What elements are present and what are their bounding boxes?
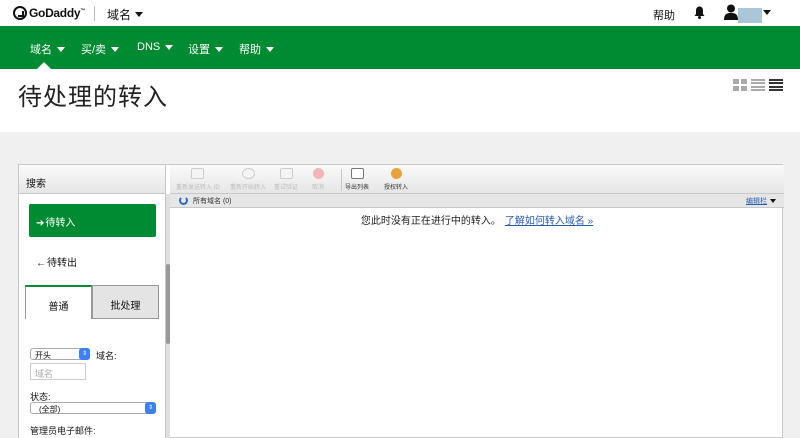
chevron-down-icon (165, 44, 174, 50)
search-mode-tabs: 普通 批处理 (25, 285, 159, 319)
refresh-icon[interactable] (179, 196, 188, 205)
domain-label: 域名: (96, 351, 117, 361)
breadcrumb: 所有域名 (0) (193, 198, 232, 205)
match-type-value: 开头 (35, 351, 51, 360)
export-icon (350, 168, 364, 179)
chevron-down-icon (770, 199, 776, 203)
chevron-down-icon (266, 46, 274, 52)
main-nav: 域名 买/卖 DNS 设置 帮助 (0, 26, 800, 69)
envelope-icon (191, 168, 205, 179)
page-title: 待处理的转入 (18, 84, 168, 111)
cancel-button[interactable]: 取消 (312, 168, 324, 191)
top-bar: GoDaddy™ 域名 帮助 (0, 0, 800, 26)
empty-state-message: 您此时没有正在进行中的转入。 (360, 216, 501, 227)
retry-verification-button[interactable]: 重试验证 (274, 168, 298, 191)
nav-item-settings[interactable]: 设置 (188, 41, 223, 57)
chevron-down-icon[interactable] (763, 10, 771, 15)
edit-columns-label: 编辑栏 (746, 198, 767, 205)
chevron-down-icon (111, 46, 120, 52)
logo-text: GoDaddy™ (29, 6, 85, 20)
pending-incoming-button[interactable]: ➔待转入 (29, 204, 156, 237)
match-type-select[interactable]: 开头 ⇕ (30, 348, 90, 360)
toolbar-button-label: 重试验证 (274, 185, 299, 191)
nav-item-label: 帮助 (239, 44, 261, 56)
pending-outgoing-button[interactable]: ←待转出 (29, 246, 156, 270)
authorize-transfer-button[interactable]: 授权转入 (384, 168, 408, 191)
help-link[interactable]: 帮助 (653, 7, 675, 23)
export-list-button[interactable]: 导出列表 (345, 168, 369, 191)
grid-view-icon[interactable] (733, 79, 747, 91)
list-header: 所有域名 (0) 编辑栏 (170, 194, 784, 208)
view-switcher (733, 79, 783, 91)
domains-menu-label: 域名 (107, 8, 132, 22)
user-icon[interactable] (724, 4, 738, 20)
godaddy-logo[interactable]: GoDaddy™ (13, 6, 85, 20)
tab-standard[interactable]: 普通 (25, 285, 92, 319)
toolbar-button-label: 导出列表 (345, 185, 370, 191)
nav-item-domains[interactable]: 域名 (30, 41, 65, 57)
domains-menu[interactable]: 域名 (107, 6, 144, 23)
select-arrows-icon: ⇕ (79, 348, 90, 360)
status-select[interactable]: (全部) ⇕ (30, 402, 156, 414)
transfers-panel: 搜索 ➔待转入 ←待转出 普通 批处理 开头 ⇕ 域名: 域名 状态: (全部)… (18, 164, 784, 438)
edit-columns-link[interactable]: 编辑栏 (746, 196, 776, 206)
search-sidebar: 搜索 ➔待转入 ←待转出 普通 批处理 开头 ⇕ 域名: 域名 状态: (全部)… (19, 165, 166, 438)
sidebar-header: 搜索 (19, 165, 165, 194)
toolbar-button-label: 重新发送转入 ID (176, 185, 220, 191)
resend-transfer-id-button[interactable]: 重新发送转入 ID (176, 168, 220, 191)
list-view-icon[interactable] (751, 79, 765, 91)
toolbar-button-label: 重新开始转入 (230, 185, 267, 191)
authorize-icon (390, 168, 402, 179)
toolbar-button-label: 取消 (312, 185, 325, 191)
domain-search-input[interactable]: 域名 (30, 363, 86, 380)
cancel-icon (312, 168, 324, 179)
pending-outgoing-label: 待转出 (47, 258, 77, 269)
status-value: (全部) (39, 405, 61, 414)
admin-email-label: 管理员电子邮件: (30, 426, 96, 436)
empty-state: 您此时没有正在进行中的转入。 了解如何转入域名 » (170, 212, 784, 227)
nav-item-label: 域名 (30, 44, 52, 56)
toolbar-divider (341, 169, 342, 191)
verify-icon (279, 168, 293, 179)
learn-transfer-link[interactable]: 了解如何转入域名 » (505, 216, 593, 227)
active-nav-indicator (37, 62, 51, 69)
arrow-left-icon: ← (36, 258, 46, 269)
restart-icon (241, 168, 255, 179)
nav-item-label: 买/卖 (81, 44, 107, 56)
nav-item-label: 设置 (188, 44, 210, 56)
toolbar-button-label: 授权转入 (384, 185, 409, 191)
chevron-down-icon (57, 46, 65, 52)
restart-transfer-button[interactable]: 重新开始转入 (230, 168, 266, 191)
nav-item-dns[interactable]: DNS (137, 41, 174, 53)
nav-item-help[interactable]: 帮助 (239, 41, 274, 57)
action-toolbar: 重新发送转入 ID 重新开始转入 重试验证 取消 导出列表 授权转入 (170, 165, 784, 194)
sidebar-scrollbar[interactable] (166, 194, 170, 438)
chevron-down-icon (135, 12, 144, 17)
nav-item-buy-sell[interactable]: 买/卖 (81, 41, 120, 57)
bell-icon[interactable] (694, 6, 705, 19)
scroll-thumb[interactable] (166, 264, 170, 344)
page-header: 待处理的转入 (0, 69, 800, 132)
godaddy-logo-icon (13, 6, 27, 20)
tab-bulk[interactable]: 批处理 (92, 285, 159, 319)
arrow-right-icon: ➔ (36, 218, 45, 229)
detail-view-icon[interactable] (769, 79, 783, 91)
chevron-down-icon (215, 46, 223, 52)
divider (94, 6, 95, 21)
select-arrows-icon: ⇕ (145, 402, 156, 414)
pending-incoming-label: 待转入 (45, 218, 76, 229)
nav-item-label: DNS (137, 41, 161, 53)
user-name-redacted[interactable] (738, 8, 762, 23)
